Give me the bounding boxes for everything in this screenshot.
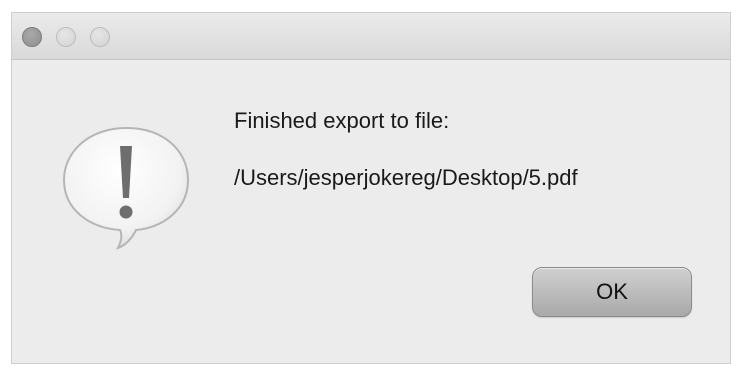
title-bar bbox=[12, 13, 730, 60]
close-window-button[interactable] bbox=[22, 27, 42, 47]
export-message: Finished export to file: bbox=[234, 108, 450, 133]
zoom-window-button[interactable] bbox=[90, 27, 110, 47]
ok-button[interactable]: OK bbox=[532, 267, 692, 317]
minimize-window-button[interactable] bbox=[56, 27, 76, 47]
exported-file-path: /Users/jesperjokereg/Desktop/5.pdf bbox=[234, 165, 578, 190]
alert-exclamation-icon bbox=[60, 124, 192, 250]
alert-dialog: Finished export to file: /Users/jesperjo… bbox=[11, 12, 731, 364]
